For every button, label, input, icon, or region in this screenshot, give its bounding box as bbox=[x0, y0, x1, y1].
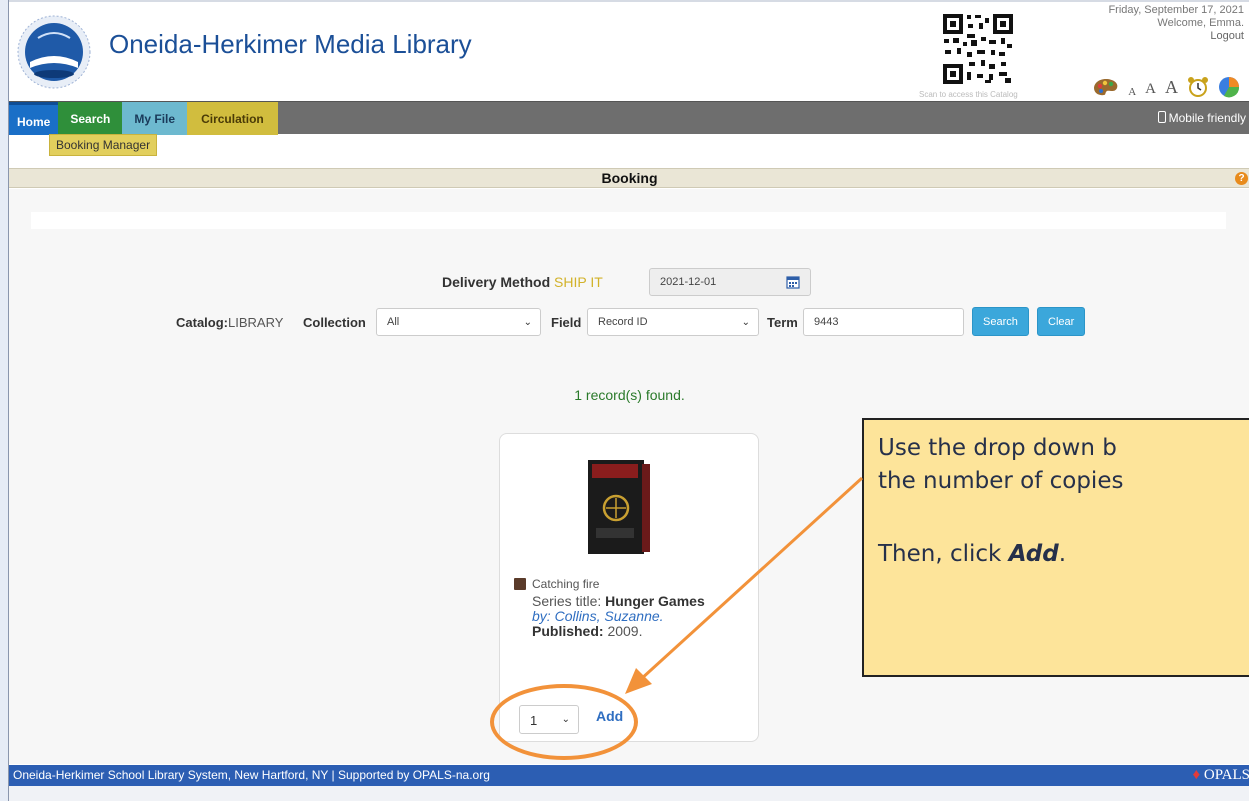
field-label: Field bbox=[551, 315, 582, 330]
tab-search[interactable]: Search bbox=[58, 102, 123, 135]
delivery-date-value: 2021-12-01 bbox=[660, 276, 717, 288]
record-title[interactable]: Catching fire bbox=[514, 577, 599, 591]
booking-section-header: Booking ? bbox=[9, 168, 1249, 188]
record-card: Catching fire Series title: Hunger Games… bbox=[499, 433, 759, 742]
book-icon bbox=[514, 578, 526, 590]
chevron-down-icon: ⌄ bbox=[523, 317, 532, 328]
delivery-method-value: SHIP IT bbox=[554, 274, 603, 290]
term-input[interactable]: 9443 bbox=[803, 308, 964, 336]
welcome-text: Welcome, Emma. bbox=[1157, 17, 1244, 29]
page-frame: Oneida-Herkimer Media Library Scan to ac… bbox=[8, 0, 1249, 801]
opals-brand: OPALS bbox=[1203, 767, 1249, 783]
record-title-text: Catching fire bbox=[532, 577, 600, 591]
main-nav: Home Search My File Circulation Mobile f… bbox=[9, 101, 1249, 135]
footer: Oneida-Herkimer School Library System, N… bbox=[9, 765, 1249, 786]
callout-then: Then, click Add. bbox=[878, 538, 1241, 571]
maple-leaf-icon: ♦ bbox=[1192, 767, 1201, 783]
author-row: by: Collins, Suzanne. bbox=[532, 609, 705, 624]
bottom-strip bbox=[9, 786, 1249, 801]
field-value: Record ID bbox=[598, 316, 648, 328]
delivery-date-field[interactable]: 2021-12-01 bbox=[649, 268, 811, 296]
font-size-small-button[interactable]: A bbox=[1128, 86, 1136, 98]
message-strip bbox=[31, 212, 1226, 229]
logout-link[interactable]: Logout bbox=[1108, 30, 1244, 43]
by-label: by: bbox=[532, 608, 551, 624]
instruction-callout: Use the drop down b the number of copies… bbox=[862, 418, 1249, 677]
qr-code-icon bbox=[941, 12, 1015, 86]
series-value: Hunger Games bbox=[605, 593, 705, 609]
published-value: 2009. bbox=[607, 623, 643, 639]
collection-value: All bbox=[387, 316, 400, 328]
published-label: Published: bbox=[532, 623, 604, 639]
opals-logo[interactable]: ♦ OPALS bbox=[1192, 767, 1249, 784]
quantity-value: 1 bbox=[530, 713, 538, 728]
author-link[interactable]: Collins, Suzanne. bbox=[555, 608, 664, 624]
collection-select[interactable]: All ⌄ bbox=[376, 308, 541, 336]
collection-label: Collection bbox=[303, 315, 366, 330]
header: Oneida-Herkimer Media Library Scan to ac… bbox=[9, 0, 1249, 101]
help-icon[interactable]: ? bbox=[1235, 172, 1248, 185]
catalog: Catalog:LIBRARY bbox=[176, 315, 283, 330]
pie-chart-icon[interactable] bbox=[1218, 76, 1240, 98]
font-size-medium-button[interactable]: A bbox=[1145, 81, 1156, 98]
booking-title: Booking bbox=[601, 170, 658, 186]
library-logo-icon bbox=[17, 15, 91, 89]
qr-caption: Scan to access this Catalog bbox=[919, 90, 1018, 99]
mobile-phone-icon bbox=[1157, 111, 1166, 123]
footer-text: Oneida-Herkimer School Library System, N… bbox=[13, 768, 490, 782]
chevron-down-icon: ⌄ bbox=[741, 317, 750, 328]
search-button[interactable]: Search bbox=[972, 307, 1029, 336]
callout-line-1: Use the drop down b bbox=[878, 435, 1117, 461]
catalog-value: LIBRARY bbox=[228, 315, 284, 330]
series-label: Series title: bbox=[532, 593, 602, 609]
term-value: 9443 bbox=[814, 316, 839, 328]
add-button[interactable]: Add bbox=[596, 708, 623, 724]
catalog-label: Catalog: bbox=[176, 315, 228, 330]
delivery-method-label: Delivery Method bbox=[442, 274, 551, 290]
callout-period: . bbox=[1058, 541, 1067, 567]
callout-line-2: the number of copies bbox=[878, 468, 1124, 494]
record-details: Series title: Hunger Games by: Collins, … bbox=[532, 594, 705, 639]
tab-my-file[interactable]: My File bbox=[122, 102, 188, 135]
callout-then-text: Then, click bbox=[878, 541, 1009, 567]
site-title[interactable]: Oneida-Herkimer Media Library bbox=[109, 29, 472, 60]
tab-circulation[interactable]: Circulation bbox=[187, 102, 278, 135]
header-tools: A A A bbox=[1093, 76, 1240, 98]
term-label: Term bbox=[767, 315, 798, 330]
mobile-friendly-link[interactable]: Mobile friendly bbox=[1157, 111, 1246, 125]
user-info: Friday, September 17, 2021 Welcome, Emma… bbox=[1108, 4, 1244, 43]
calendar-icon[interactable] bbox=[786, 275, 800, 289]
delivery-method: Delivery Method SHIP IT bbox=[442, 274, 603, 290]
palette-icon[interactable] bbox=[1093, 78, 1119, 98]
field-select[interactable]: Record ID ⌄ bbox=[587, 308, 759, 336]
clear-button[interactable]: Clear bbox=[1037, 307, 1086, 336]
font-size-large-button[interactable]: A bbox=[1165, 77, 1178, 98]
alarm-clock-icon[interactable] bbox=[1187, 76, 1209, 98]
current-date: Friday, September 17, 2021 bbox=[1108, 4, 1244, 16]
chevron-down-icon: ⌄ bbox=[561, 714, 570, 725]
records-found-message: 1 record(s) found. bbox=[574, 387, 685, 403]
published-row: Published: 2009. bbox=[532, 624, 705, 639]
nav-tabs: Home Search My File Circulation bbox=[9, 102, 278, 135]
book-cover-image[interactable] bbox=[586, 454, 652, 558]
callout-add-emphasis: Add bbox=[1008, 541, 1059, 567]
series-row: Series title: Hunger Games bbox=[532, 594, 705, 609]
tab-home[interactable]: Home bbox=[9, 102, 59, 135]
subnav-booking-manager[interactable]: Booking Manager bbox=[49, 134, 158, 156]
mobile-friendly-label: Mobile friendly bbox=[1168, 111, 1246, 125]
copies-quantity-select[interactable]: 1 ⌄ bbox=[519, 705, 579, 734]
